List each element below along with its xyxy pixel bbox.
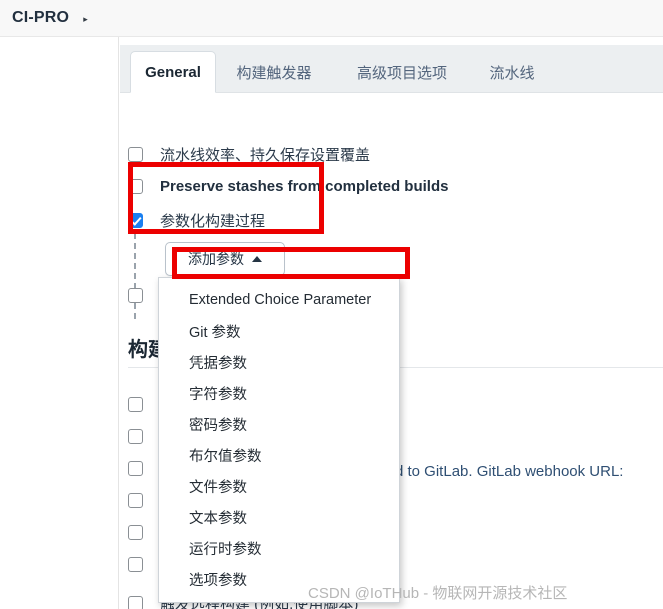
option-row[interactable] [128,429,143,444]
dropdown-item-text-parameter[interactable]: 文本参数 [159,502,399,533]
left-sidebar-rail [0,37,119,609]
option-label: 流水线效率、持久保存设置覆盖 [160,147,371,164]
dropdown-item-label: 密码参数 [189,418,247,434]
add-parameter-button[interactable]: 添加参数 [165,242,285,276]
main-content: General 构建触发器 高级项目选项 流水线 流水线效率、持久保存设置覆盖 … [120,37,663,609]
checkbox-parameterized-build[interactable] [128,213,143,228]
tab-pipeline-label: 流水线 [489,64,535,82]
dropdown-item-label: Extended Choice Parameter [189,292,372,308]
option-row[interactable] [128,525,143,540]
option-row[interactable] [128,493,143,508]
option-label: 参数化构建过程 [160,213,266,230]
option-row[interactable] [128,288,143,303]
dropdown-item-label: 布尔值参数 [189,449,262,465]
add-parameter-label: 添加参数 [188,251,244,267]
option-row[interactable] [128,557,143,572]
checkbox-hidden-option-4[interactable] [128,461,143,476]
tab-advanced-project-options[interactable]: 高级项目选项 [343,51,461,93]
option-row[interactable]: Preserve stashes from completed builds [128,178,448,195]
tab-bar: General 构建触发器 高级项目选项 流水线 [120,45,663,93]
checkbox-hidden-option-6[interactable] [128,525,143,540]
option-row[interactable]: 参数化构建过程 [128,210,265,231]
dropdown-item-boolean-parameter[interactable]: 布尔值参数 [159,440,399,471]
checkbox-hidden-option-2[interactable] [128,397,143,412]
tab-advanced-project-options-label: 高级项目选项 [356,64,447,82]
checkbox-hidden-option-1[interactable] [128,288,143,303]
option-row[interactable] [128,397,143,412]
chevron-right-icon[interactable]: ▸ [83,14,88,24]
dropdown-item-credentials-parameter[interactable]: 凭据参数 [159,347,399,378]
watermark-text: CSDN @IoTHub - 物联网开源技术社区 [308,585,568,602]
tab-general-label: General [145,63,201,81]
dropdown-item-run-parameter[interactable]: 运行时参数 [159,533,399,564]
dropdown-item-extended-choice-parameter[interactable]: Extended Choice Parameter [159,284,399,316]
option-label: Preserve stashes from completed builds [160,178,449,195]
checkbox-hidden-option-7[interactable] [128,557,143,572]
dropdown-item-label: 运行时参数 [189,542,262,558]
app-screen: CI-PRO ▸ General 构建触发器 高级项目选项 流水线 流水线效率、… [0,0,663,609]
dropdown-item-string-parameter[interactable]: 字符参数 [159,378,399,409]
breadcrumb-project-name[interactable]: CI-PRO [12,9,69,27]
add-parameter-dropdown-menu[interactable]: Extended Choice Parameter Git 参数 凭据参数 字符… [158,277,400,603]
checkbox-trigger-remote-build[interactable] [128,596,143,609]
dropdown-item-label: 选项参数 [189,573,247,589]
dropdown-item-label: 文本参数 [189,511,247,527]
tab-pipeline[interactable]: 流水线 [480,51,544,93]
breadcrumb: CI-PRO ▸ [12,9,88,27]
dropdown-item-file-parameter[interactable]: 文件参数 [159,471,399,502]
tab-general[interactable]: General [130,51,216,93]
checkbox-pipeline-efficiency[interactable] [128,147,143,162]
gitlab-webhook-note: d to GitLab. GitLab webhook URL: [395,463,624,480]
option-row[interactable] [128,461,143,476]
dropdown-item-git-parameter[interactable]: Git 参数 [159,316,399,347]
option-row[interactable]: 流水线效率、持久保存设置覆盖 [128,144,370,165]
dropdown-item-label: 字符参数 [189,387,247,403]
nesting-guide-line [134,233,136,319]
checkbox-hidden-option-5[interactable] [128,493,143,508]
checkbox-preserve-stashes[interactable] [128,179,143,194]
dropdown-item-label: 凭据参数 [189,356,247,372]
dropdown-item-password-parameter[interactable]: 密码参数 [159,409,399,440]
caret-up-icon [252,256,262,262]
dropdown-item-label: 文件参数 [189,480,247,496]
checkbox-hidden-option-3[interactable] [128,429,143,444]
tab-build-triggers[interactable]: 构建触发器 [224,51,324,93]
app-header: CI-PRO ▸ [0,0,663,37]
dropdown-item-label: Git 参数 [189,325,241,341]
tab-build-triggers-label: 构建触发器 [236,64,312,82]
